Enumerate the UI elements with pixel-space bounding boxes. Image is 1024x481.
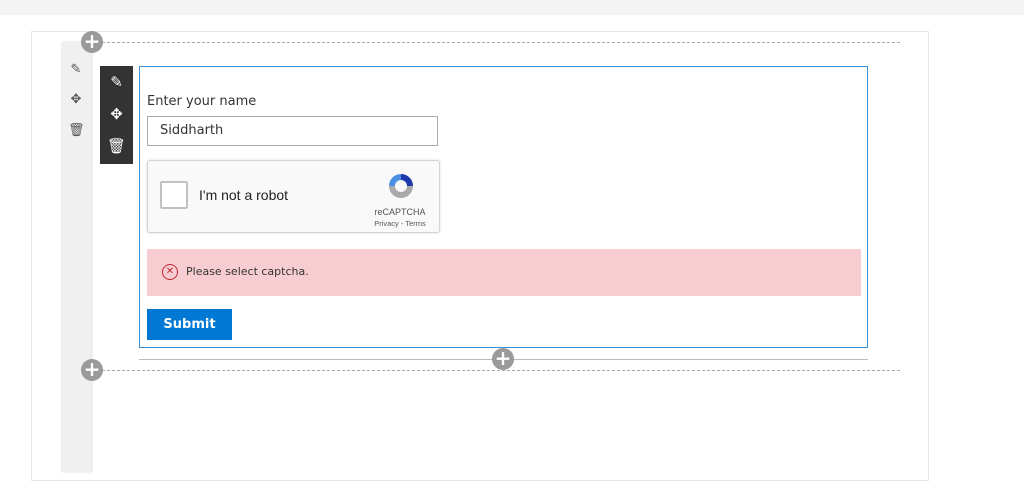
- section-divider: [92, 42, 900, 43]
- name-input[interactable]: Siddharth: [147, 116, 438, 146]
- delete-icon[interactable]: 🗑: [68, 123, 85, 139]
- top-bar: [0, 0, 1024, 15]
- move-icon[interactable]: ✥: [100, 98, 133, 130]
- section-divider: [92, 370, 900, 371]
- recaptcha-logo-icon: [389, 174, 413, 198]
- error-icon: ✕: [162, 264, 178, 280]
- name-label: Enter your name: [147, 94, 257, 109]
- add-section-button[interactable]: +: [81, 359, 103, 381]
- recaptcha-links[interactable]: Privacy - Terms: [364, 219, 436, 228]
- error-banner: ✕ Please select captcha.: [147, 249, 861, 296]
- form-webpart: Enter your name Siddharth I'm not a robo…: [139, 66, 868, 348]
- recaptcha-brand: reCAPTCHA: [374, 207, 426, 217]
- edit-section-icon[interactable]: ✎: [68, 62, 84, 78]
- captcha-label: I'm not a robot: [199, 187, 289, 203]
- trash-icon[interactable]: 🗑: [100, 130, 133, 162]
- pencil-icon[interactable]: ✎: [100, 66, 133, 98]
- move-icon[interactable]: ✥: [68, 92, 84, 108]
- submit-button[interactable]: Submit: [147, 309, 232, 340]
- captcha-checkbox[interactable]: [160, 181, 188, 209]
- recaptcha-widget: I'm not a robot reCAPTCHA Privacy - Term…: [147, 160, 440, 233]
- webpart-toolbar: ✎ ✥ 🗑: [100, 66, 133, 164]
- add-section-button[interactable]: +: [81, 31, 103, 53]
- add-webpart-button[interactable]: +: [492, 348, 514, 370]
- error-message: Please select captcha.: [186, 265, 309, 278]
